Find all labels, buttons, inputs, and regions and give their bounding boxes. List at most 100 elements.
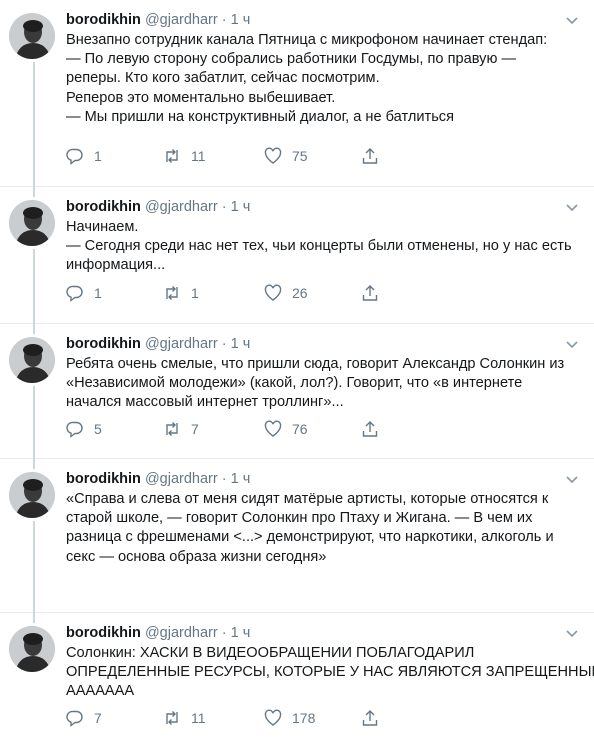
reply-button[interactable]: 1 [66,147,102,165]
like-count: 76 [292,421,308,437]
retweet-icon [166,286,178,300]
tweet-actions: 1 1 26 [66,284,386,306]
tweet-text-line: начался массовый интернет троллинг»... [66,394,344,411]
user-handle[interactable]: @gjardharr [145,471,218,487]
share-button[interactable] [361,420,389,438]
thread-line [33,187,35,197]
heart-icon [264,709,282,726]
avatar-image [9,200,55,246]
tweet-text-line: старой школе, — говорит Солонкин про Пта… [66,510,533,527]
display-name[interactable]: borodikhin [66,336,141,352]
tweet-1[interactable]: borodikhin @gjardharr · 1 ч Внезапно сот… [0,0,594,187]
tweet-actions: 5 7 76 [66,420,386,442]
thread-line [33,386,35,459]
separator-dot: · [221,336,227,352]
tweet-header: borodikhin @gjardharr · 1 ч [66,334,250,354]
user-handle[interactable]: @gjardharr [145,199,218,215]
avatar-image [9,13,55,59]
timestamp[interactable]: 1 ч [231,199,251,215]
share-button[interactable] [361,284,389,302]
retweet-count: 1 [191,285,199,301]
avatar[interactable] [9,337,55,383]
tweet-text-line: «Независимой молодежи» (какой, лол?). Го… [66,375,523,392]
share-button[interactable] [361,709,389,727]
user-handle[interactable]: @gjardharr [145,625,218,641]
like-button[interactable]: 178 [264,709,315,727]
tweet-text-line: Внезапно сотрудник канала Пятница с микр… [66,32,548,48]
thread-line [33,249,35,324]
tweet-text-line: секс — основа образа жизни сегодня» [66,548,327,565]
retweet-button[interactable]: 11 [163,147,206,165]
tweet-3[interactable]: borodikhin @gjardharr · 1 ч Ребята очень… [0,324,594,459]
reply-icon [66,285,83,302]
separator-dot: · [221,12,227,28]
timestamp[interactable]: 1 ч [231,12,251,28]
avatar[interactable] [9,13,55,59]
tweet-text: Начинаем. — Сегодня среди нас нет тех, ч… [66,218,586,276]
share-icon [362,148,378,164]
tweet-text-line: разница с фрешменами <...> демонстрируют… [66,529,554,546]
retweet-button[interactable]: 7 [163,420,199,438]
like-button[interactable]: 76 [264,420,308,438]
tweet-text-line: Реперов это моментально выбешивает. [66,89,336,106]
separator-dot: · [221,199,227,215]
share-icon [362,285,378,301]
avatar-image [9,472,55,518]
chevron-down-icon[interactable] [564,12,580,28]
chevron-down-icon[interactable] [564,471,580,487]
timestamp[interactable]: 1 ч [231,471,251,487]
tweet-text-line: информация... [66,257,166,274]
tweet-text-line: — Сегодня среди нас нет тех, чьи концерт… [66,238,572,255]
display-name[interactable]: borodikhin [66,12,141,28]
retweet-icon [166,711,178,725]
avatar[interactable] [9,200,55,246]
tweet-text-line: — Мы пришли на конструктивный диалог, а … [66,108,454,125]
chevron-down-icon[interactable] [564,625,580,641]
user-handle[interactable]: @gjardharr [145,336,218,352]
reply-icon [66,710,83,727]
tweet-4[interactable]: borodikhin @gjardharr · 1 ч «Справа и сл… [0,459,594,613]
display-name[interactable]: borodikhin [66,471,141,487]
timestamp[interactable]: 1 ч [231,336,251,352]
thread-line [33,521,35,613]
thread-line [33,62,35,187]
heart-icon [264,284,282,301]
retweet-button[interactable]: 1 [163,284,199,302]
retweet-count: 11 [191,148,206,164]
tweet-text-line: Солонкин: ХАСКИ В ВИДЕООБРАЩЕНИИ ПОБЛАГО… [66,645,475,661]
reply-icon [66,421,83,438]
tweet-2[interactable]: borodikhin @gjardharr · 1 ч Начинаем. — … [0,187,594,324]
tweet-actions: 7 11 178 [66,709,386,731]
heart-icon [264,147,282,164]
tweet-text: Солонкин: ХАСКИ В ВИДЕООБРАЩЕНИИ ПОБЛАГО… [66,644,594,702]
avatar[interactable] [9,472,55,518]
tweet-text-line: реперы. Кто кого забатлит, сейчас посмот… [66,70,380,87]
display-name[interactable]: borodikhin [66,625,141,641]
reply-count: 7 [94,710,102,726]
retweet-icon [166,149,178,163]
reply-button[interactable]: 7 [66,709,102,727]
like-button[interactable]: 75 [264,147,308,165]
reply-count: 1 [94,285,102,301]
avatar-image [9,337,55,383]
like-button[interactable]: 26 [264,284,308,302]
tweet-5[interactable]: borodikhin @gjardharr · 1 ч Солонкин: ХА… [0,613,594,746]
tweet-header: borodikhin @gjardharr · 1 ч [66,623,250,643]
tweet-text: «Справа и слева от меня сидят матёрые ар… [66,490,586,567]
timestamp[interactable]: 1 ч [231,625,251,641]
reply-button[interactable]: 1 [66,284,102,302]
retweet-count: 7 [191,421,199,437]
user-handle[interactable]: @gjardharr [145,12,218,28]
chevron-down-icon[interactable] [564,336,580,352]
avatar[interactable] [9,626,55,672]
tweet-actions: 1 11 75 [66,147,386,169]
heart-icon [264,420,282,437]
like-count: 178 [292,710,316,726]
display-name[interactable]: borodikhin [66,199,141,215]
reply-button[interactable]: 5 [66,420,102,438]
retweet-count: 11 [191,710,206,726]
retweet-button[interactable]: 11 [163,709,206,727]
chevron-down-icon[interactable] [564,199,580,215]
share-button[interactable] [361,147,389,165]
separator-dot: · [221,625,227,641]
